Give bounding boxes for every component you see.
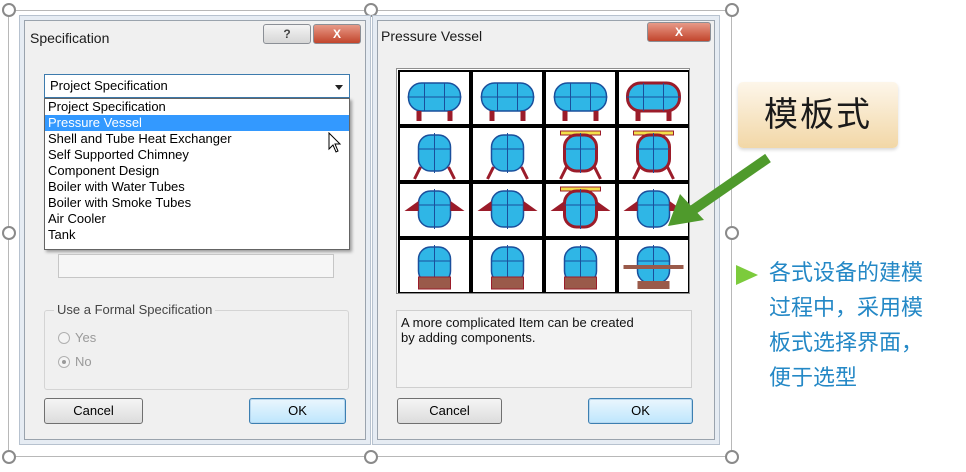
pressure-vessel-dialog-title: Pressure Vessel <box>381 28 483 44</box>
close-icon: X <box>674 25 683 39</box>
vertical-vessel-lugs-icon[interactable] <box>471 182 544 238</box>
vessel-cancel-button[interactable]: Cancel <box>397 398 502 424</box>
list-item-component-design[interactable]: Component Design <box>45 163 349 179</box>
formal-specification-label: Use a Formal Specification <box>54 302 216 317</box>
close-icon: X <box>332 27 341 41</box>
vessel-ok-button[interactable]: OK <box>588 398 693 424</box>
note-line-3: 板式选择界面， <box>769 330 924 355</box>
note-line-4: 便于选型 <box>769 365 858 390</box>
horizontal-vessel-icon[interactable] <box>544 70 617 126</box>
list-item-project-specification[interactable]: Project Specification <box>45 99 349 115</box>
chevron-down-icon[interactable] <box>335 85 343 90</box>
vertical-vessel-lugs-icon[interactable] <box>398 182 471 238</box>
help-button[interactable]: ? <box>263 24 311 44</box>
resize-handle-bottom-right[interactable] <box>725 450 739 464</box>
note-line-2: 过程中，采用模 <box>769 295 924 320</box>
vertical-vessel-legs-icon[interactable] <box>471 126 544 182</box>
vessel-template-panel <box>396 68 690 294</box>
resize-handle-bottom-middle[interactable] <box>364 450 378 464</box>
dropdown-value: Project Specification <box>50 78 168 93</box>
specification-type-dropdown[interactable]: Project Specification <box>44 74 350 98</box>
horizontal-vessel-highlighted-icon[interactable] <box>617 70 690 126</box>
vertical-vessel-skirt-icon[interactable] <box>544 238 617 294</box>
note-line-1: 各式设备的建模 <box>769 260 924 285</box>
radio-no-row[interactable]: No <box>58 354 92 369</box>
radio-yes-row[interactable]: Yes <box>58 330 96 345</box>
spec-cancel-button[interactable]: Cancel <box>44 398 143 424</box>
spec-ok-button[interactable]: OK <box>249 398 346 424</box>
jacketed-vessel-lugs-icon[interactable] <box>544 182 617 238</box>
list-item-air-cooler[interactable]: Air Cooler <box>45 211 349 227</box>
template-description: A more complicated Item can be created b… <box>396 310 692 388</box>
mouse-cursor-icon <box>328 132 342 153</box>
vessel-template-grid <box>398 70 690 294</box>
radio-no-label: No <box>75 354 92 369</box>
jacketed-vessel-legs-icon[interactable] <box>544 126 617 182</box>
description-line-1: A more complicated Item can be created <box>401 315 634 330</box>
resize-handle-top-right[interactable] <box>725 3 739 17</box>
horizontal-vessel-icon[interactable] <box>471 70 544 126</box>
vessel-close-button[interactable]: X <box>647 22 711 42</box>
resize-handle-middle-left[interactable] <box>2 226 16 240</box>
resize-handle-top-middle[interactable] <box>364 3 378 17</box>
description-line-2: by adding components. <box>401 330 536 345</box>
bullet-triangle-icon <box>736 265 758 285</box>
specification-dialog-title: Specification <box>30 30 110 46</box>
spec-close-button[interactable]: X <box>313 24 361 44</box>
specification-name-input[interactable] <box>58 254 334 278</box>
resize-handle-bottom-left[interactable] <box>2 450 16 464</box>
specification-type-list[interactable]: Project Specification Pressure Vessel Sh… <box>44 98 350 250</box>
vertical-vessel-ring-icon[interactable] <box>617 238 690 294</box>
template-callout: 模板式 <box>738 82 898 148</box>
list-item-shell-and-tube-heat-exchanger[interactable]: Shell and Tube Heat Exchanger <box>45 131 349 147</box>
list-item-tank[interactable]: Tank <box>45 227 349 243</box>
list-item-pressure-vessel[interactable]: Pressure Vessel <box>45 115 349 131</box>
radio-no[interactable] <box>58 355 70 368</box>
description-note: 各式设备的建模 过程中，采用模 板式选择界面， 便于选型 <box>769 255 966 395</box>
vertical-vessel-skirt-icon[interactable] <box>471 238 544 294</box>
help-icon: ? <box>283 27 291 41</box>
horizontal-vessel-icon[interactable] <box>398 70 471 126</box>
list-item-boiler-water-tubes[interactable]: Boiler with Water Tubes <box>45 179 349 195</box>
resize-handle-top-left[interactable] <box>2 3 16 17</box>
formal-specification-group <box>44 310 349 390</box>
vertical-vessel-skirt-icon[interactable] <box>398 238 471 294</box>
vertical-vessel-legs-icon[interactable] <box>398 126 471 182</box>
green-arrow-icon <box>668 153 771 226</box>
list-item-boiler-smoke-tubes[interactable]: Boiler with Smoke Tubes <box>45 195 349 211</box>
radio-yes-label: Yes <box>75 330 97 345</box>
list-item-self-supported-chimney[interactable]: Self Supported Chimney <box>45 147 349 163</box>
radio-yes[interactable] <box>58 331 70 344</box>
